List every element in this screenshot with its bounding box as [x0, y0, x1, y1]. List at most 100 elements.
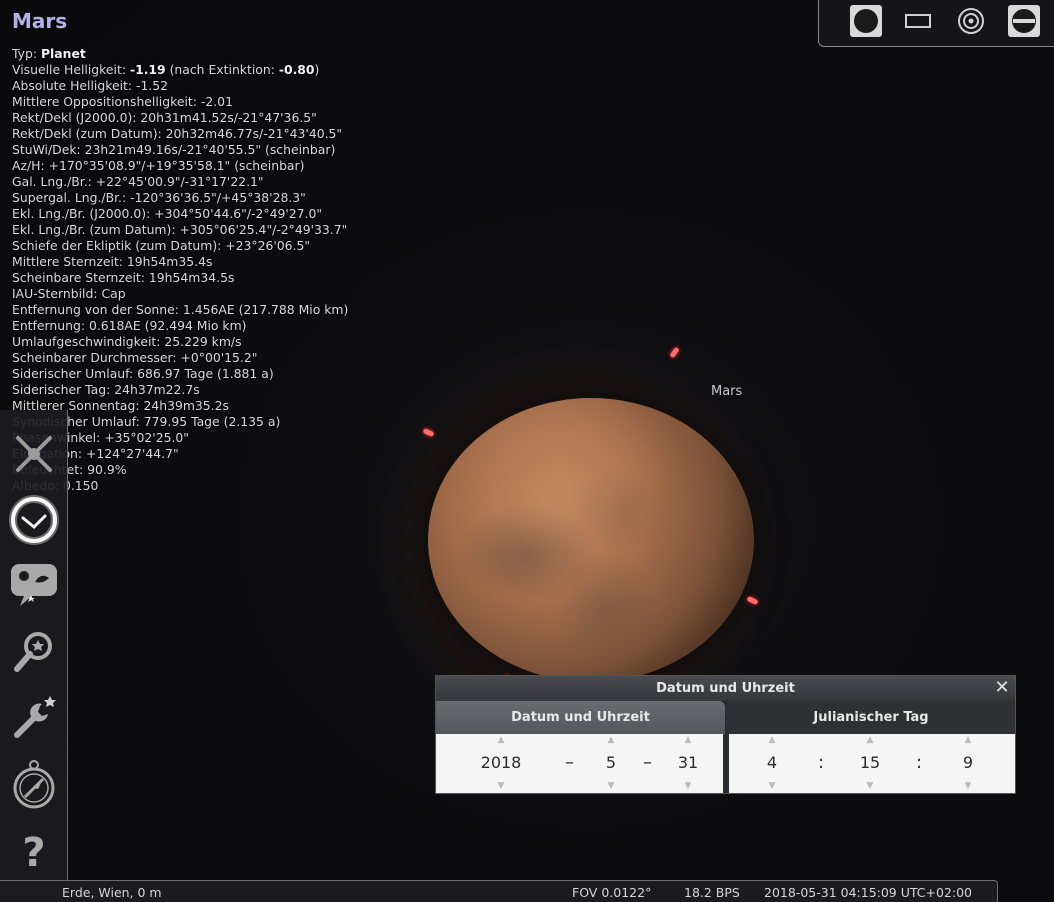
- info-text: Visuelle Helligkeit:: [12, 62, 130, 77]
- minute-value[interactable]: 15: [855, 746, 885, 780]
- compass-icon[interactable]: [8, 758, 60, 810]
- info-value: -1.19: [129, 62, 166, 77]
- config-icon[interactable]: [8, 692, 60, 744]
- info-text: Entfernung von der Sonne: 1.456AE (217.7…: [12, 302, 349, 317]
- info-text: Gal. Lng./Br.: +22°45'00.9"/-31°17'22.1": [12, 174, 264, 189]
- info-text: Siderischer Tag: 24h37m22.7s: [12, 382, 200, 397]
- planet-disk-icon[interactable]: [849, 4, 883, 38]
- info-text: Mittlere Sternzeit: 19h54m35.4s: [12, 254, 213, 269]
- up-arrow-icon[interactable]: ▲: [672, 734, 704, 746]
- info-text: Rekt/Dekl (J2000.0): 20h31m41.52s/-21°47…: [12, 110, 317, 125]
- info-text: Typ:: [12, 46, 41, 61]
- info-line: StuWi/Dek: 23h21m49.16s/-21°40'55.5" (sc…: [12, 142, 432, 158]
- info-line: Absolute Helligkeit: -1.52: [12, 78, 432, 94]
- second-spinner[interactable]: ▲ 9 ▼: [955, 734, 981, 793]
- info-value: -0.80: [278, 62, 315, 77]
- location-status[interactable]: Erde, Wien, 0 m: [62, 885, 162, 900]
- help-icon[interactable]: ?: [8, 824, 60, 876]
- left-toolbar: ?: [0, 410, 68, 901]
- info-text: Schiefe der Ekliptik (zum Datum): +23°26…: [12, 238, 311, 253]
- month-spinner[interactable]: ▲ 5 ▼: [596, 734, 626, 793]
- down-arrow-icon[interactable]: ▼: [955, 780, 981, 792]
- status-bar: Erde, Wien, 0 m FOV 0.0122° 18.2 BPS 201…: [0, 880, 998, 902]
- down-arrow-icon[interactable]: ▼: [596, 780, 626, 792]
- time-separator: :: [818, 752, 825, 773]
- up-arrow-icon[interactable]: ▲: [855, 734, 885, 746]
- hour-value[interactable]: 4: [759, 746, 785, 780]
- info-text: Ekl. Lng./Br. (zum Datum): +305°06'25.4"…: [12, 222, 348, 237]
- info-line: Az/H: +170°35'08.9"/+19°35'58.1" (schein…: [12, 158, 432, 174]
- month-value[interactable]: 5: [596, 746, 626, 780]
- object-title: Mars: [12, 9, 68, 33]
- svg-text:?: ?: [22, 830, 45, 876]
- time-panel: ▲ 4 ▼ : ▲ 15 ▼ : ▲ 9 ▼: [729, 734, 1015, 793]
- up-arrow-icon[interactable]: ▲: [596, 734, 626, 746]
- planet-label: Mars: [711, 384, 743, 399]
- time-separator: :: [916, 752, 923, 773]
- info-text: Entfernung: 0.618AE (92.494 Mio km): [12, 318, 247, 333]
- info-line: Synodischer Umlauf: 779.95 Tage (2.135 a…: [12, 414, 432, 430]
- info-text: Umlaufgeschwindigkeit: 25.229 km/s: [12, 334, 242, 349]
- window-rect-icon[interactable]: [901, 4, 935, 38]
- info-text: Siderischer Umlauf: 686.97 Tage (1.881 a…: [12, 366, 274, 381]
- info-line: Entfernung von der Sonne: 1.456AE (217.7…: [12, 302, 432, 318]
- tab-julian-day[interactable]: Julianischer Tag: [727, 701, 1015, 734]
- year-spinner[interactable]: ▲ 2018 ▼: [474, 734, 528, 793]
- info-line: Albedo: 0.150: [12, 478, 432, 494]
- up-arrow-icon[interactable]: ▲: [474, 734, 528, 746]
- date-separator: –: [643, 752, 652, 773]
- target-icon[interactable]: [954, 4, 988, 38]
- up-arrow-icon[interactable]: ▲: [759, 734, 785, 746]
- info-text: Absolute Helligkeit: -1.52: [12, 78, 169, 93]
- info-text: Scheinbarer Durchmesser: +0°00'15.2": [12, 350, 258, 365]
- day-value[interactable]: 31: [672, 746, 704, 780]
- tab-date-time[interactable]: Datum und Uhrzeit: [436, 701, 725, 734]
- down-arrow-icon[interactable]: ▼: [759, 780, 785, 792]
- down-arrow-icon[interactable]: ▼: [855, 780, 885, 792]
- info-line: Scheinbarer Durchmesser: +0°00'15.2": [12, 350, 432, 366]
- up-arrow-icon[interactable]: ▲: [955, 734, 981, 746]
- info-line: Mittlerer Sonnentag: 24h39m35.2s: [12, 398, 432, 414]
- datetime-dialog: Datum und Uhrzeit ✕ Datum und Uhrzeit Ju…: [435, 675, 1016, 794]
- search-icon[interactable]: [8, 626, 60, 678]
- info-line: Elongation: +124°27'44.7": [12, 446, 432, 462]
- info-text: Rekt/Dekl (zum Datum): 20h32m46.77s/-21°…: [12, 126, 343, 141]
- day-spinner[interactable]: ▲ 31 ▼: [672, 734, 704, 793]
- year-value[interactable]: 2018: [474, 746, 528, 780]
- info-text: ): [314, 62, 320, 77]
- date-separator: –: [565, 752, 574, 773]
- toggle-icon[interactable]: [1007, 4, 1041, 38]
- info-line: Mittlere Oppositionshelligkeit: -2.01: [12, 94, 432, 110]
- sky-settings-icon[interactable]: [8, 560, 60, 612]
- mars-planet-disk[interactable]: [428, 398, 754, 682]
- down-arrow-icon[interactable]: ▼: [474, 780, 528, 792]
- info-line: Siderischer Umlauf: 686.97 Tage (1.881 a…: [12, 366, 432, 382]
- info-text: (nach Extinktion:: [165, 62, 279, 77]
- info-text: Supergal. Lng./Br.: -120°36'36.5"/+45°38…: [12, 190, 306, 205]
- info-line: Ekl. Lng./Br. (zum Datum): +305°06'25.4"…: [12, 222, 432, 238]
- datetime-status[interactable]: 2018-05-31 04:15:09 UTC+02:00: [764, 885, 972, 900]
- info-line: Ekl. Lng./Br. (J2000.0): +304°50'44.6"/-…: [12, 206, 432, 222]
- info-line: Siderischer Tag: 24h37m22.7s: [12, 382, 432, 398]
- top-toolbar: [818, 0, 1054, 47]
- info-line: Mittlere Sternzeit: 19h54m35.4s: [12, 254, 432, 270]
- second-value[interactable]: 9: [955, 746, 981, 780]
- info-text: Mittlere Oppositionshelligkeit: -2.01: [12, 94, 233, 109]
- down-arrow-icon[interactable]: ▼: [672, 780, 704, 792]
- date-panel: ▲ 2018 ▼ – ▲ 5 ▼ – ▲ 31 ▼: [436, 734, 723, 793]
- info-line: Gal. Lng./Br.: +22°45'00.9"/-31°17'22.1": [12, 174, 432, 190]
- location-icon[interactable]: [8, 428, 60, 480]
- fps-status: 18.2 BPS: [684, 885, 740, 900]
- clock-icon[interactable]: [8, 494, 60, 546]
- info-text: Scheinbare Sternzeit: 19h54m34.5s: [12, 270, 235, 285]
- info-text: StuWi/Dek: 23h21m49.16s/-21°40'55.5" (sc…: [12, 142, 336, 157]
- close-icon[interactable]: ✕: [993, 679, 1011, 697]
- info-text: IAU-Sternbild: Cap: [12, 286, 126, 301]
- info-text: Az/H: +170°35'08.9"/+19°35'58.1" (schein…: [12, 158, 305, 173]
- info-line: IAU-Sternbild: Cap: [12, 286, 432, 302]
- info-line: Phasenwinkel: +35°02'25.0": [12, 430, 432, 446]
- minute-spinner[interactable]: ▲ 15 ▼: [855, 734, 885, 793]
- info-line: Schiefe der Ekliptik (zum Datum): +23°26…: [12, 238, 432, 254]
- dialog-title[interactable]: Datum und Uhrzeit: [436, 676, 1015, 701]
- hour-spinner[interactable]: ▲ 4 ▼: [759, 734, 785, 793]
